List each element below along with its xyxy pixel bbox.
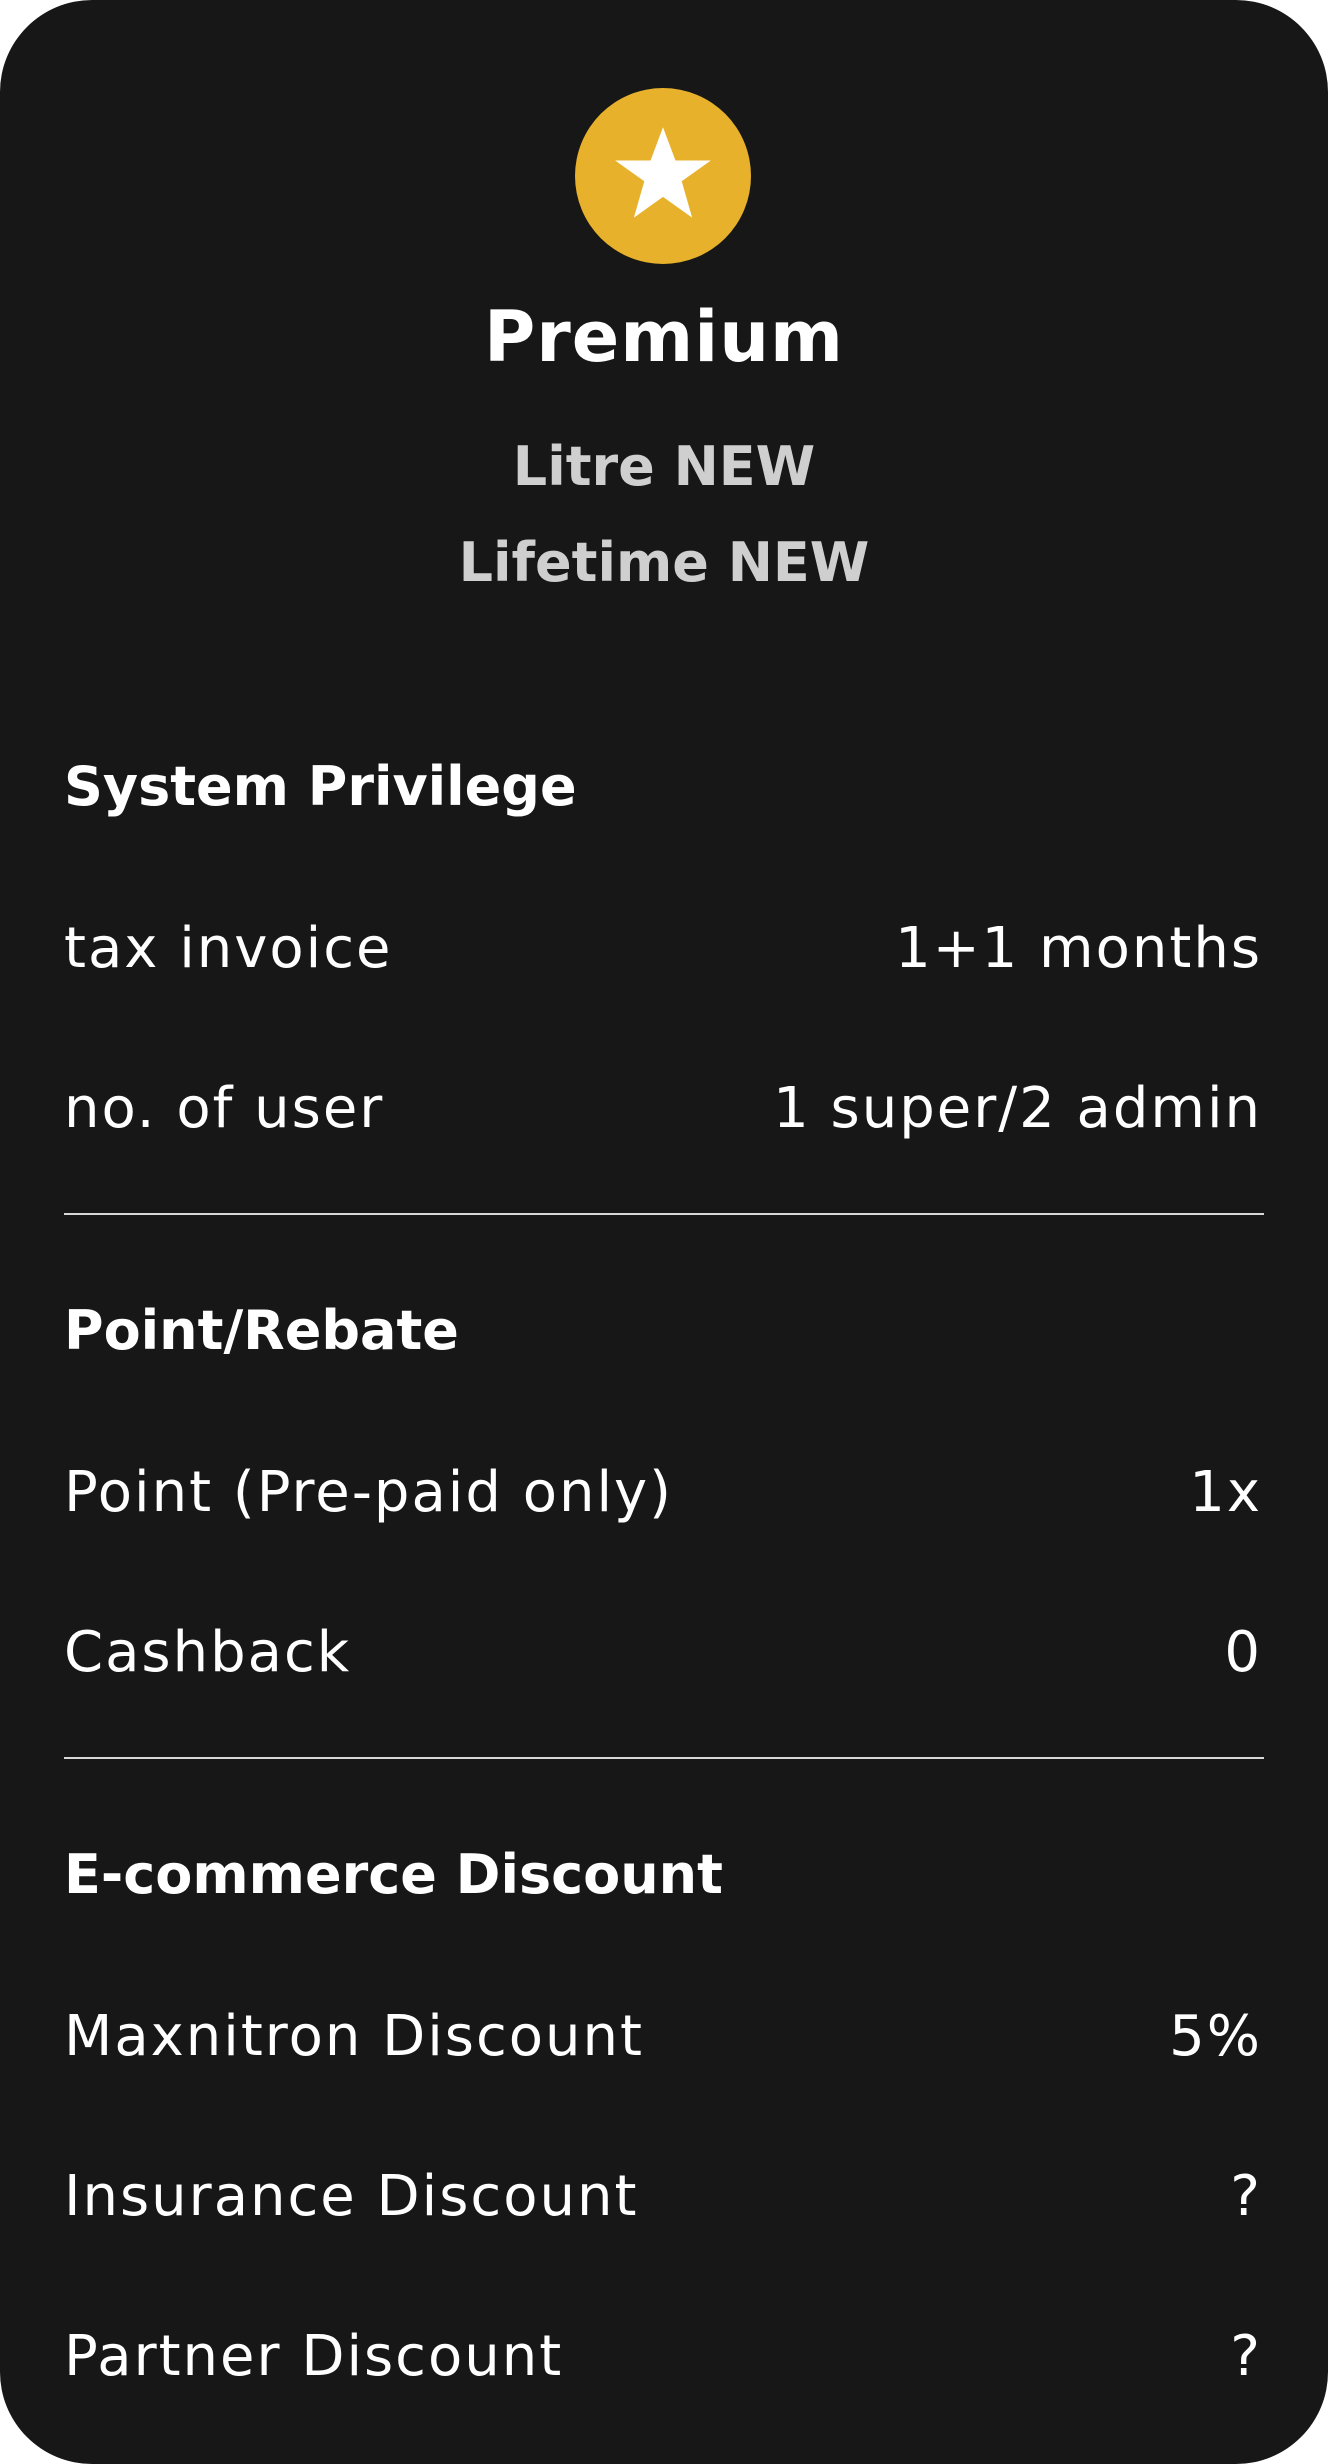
row-tax-invoice: tax invoice 1+1 months <box>64 908 1262 988</box>
row-value: 5% <box>1169 2003 1262 2069</box>
section-divider <box>64 1213 1264 1215</box>
row-insurance-discount: Insurance Discount ? <box>64 2156 1262 2236</box>
tier-subtitle-litre: Litre NEW <box>512 435 816 498</box>
row-label: Maxnitron Discount <box>64 2003 644 2069</box>
row-label: Cashback <box>64 1619 352 1685</box>
row-maxnitron-discount: Maxnitron Discount 5% <box>64 1996 1262 2076</box>
row-label: Point (Pre-paid only) <box>64 1459 673 1525</box>
row-value: ? <box>1230 2163 1262 2229</box>
row-value: 1x <box>1189 1459 1262 1525</box>
star-icon <box>615 127 711 218</box>
section-title-point-rebate: Point/Rebate <box>64 1299 459 1362</box>
section-divider <box>64 1757 1264 1759</box>
section-title-system-privilege: System Privilege <box>64 755 577 818</box>
row-no-of-user: no. of user 1 super/2 admin <box>64 1068 1262 1148</box>
row-value: 1 super/2 admin <box>773 1075 1262 1141</box>
row-label: tax invoice <box>64 915 393 981</box>
row-value: 0 <box>1224 1619 1262 1685</box>
row-label: Partner Discount <box>64 2323 564 2389</box>
row-label: no. of user <box>64 1075 385 1141</box>
membership-tier-card: Premium Litre NEW Lifetime NEW System Pr… <box>0 0 1328 2464</box>
row-point: Point (Pre-paid only) 1x <box>64 1452 1262 1532</box>
tier-title: Premium <box>483 296 844 378</box>
row-label: Insurance Discount <box>64 2163 639 2229</box>
section-title-ecommerce-discount: E-commerce Discount <box>64 1843 723 1906</box>
row-value: ? <box>1230 2323 1262 2389</box>
row-value: 1+1 months <box>895 915 1262 981</box>
row-cashback: Cashback 0 <box>64 1612 1262 1692</box>
row-partner-discount: Partner Discount ? <box>64 2316 1262 2396</box>
tier-badge <box>575 88 751 264</box>
tier-subtitle-lifetime: Lifetime NEW <box>458 531 870 594</box>
